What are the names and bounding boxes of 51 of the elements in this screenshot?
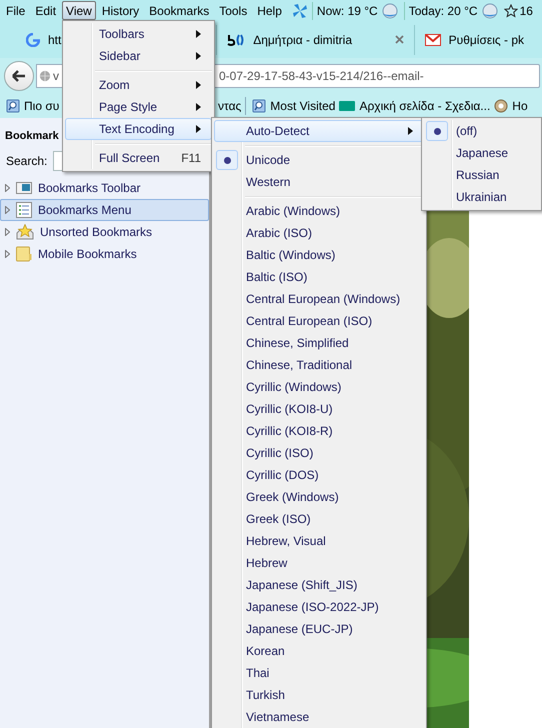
menu-item-label: Hebrew, Visual bbox=[246, 533, 327, 550]
menu-item-label: Japanese (EUC-JP) bbox=[246, 621, 354, 638]
search-label: Search: bbox=[6, 152, 48, 170]
menu-item-label: Central European (Windows) bbox=[246, 291, 402, 308]
sidebar-title: Bookmark bbox=[5, 129, 59, 144]
menu-item-label: Sidebar bbox=[99, 48, 142, 65]
menu-item-label: Thai bbox=[246, 665, 270, 682]
weather-now: Now: 19 °C bbox=[316, 2, 378, 20]
menu-item-label: Greek (ISO) bbox=[246, 511, 312, 528]
menu-item-label: Toolbars bbox=[99, 26, 146, 43]
tab-title: Ρυθμίσεις - pk bbox=[448, 32, 524, 48]
tree-label: Mobile Bookmarks bbox=[38, 246, 137, 262]
star-count: 16 bbox=[520, 2, 533, 20]
menu-item-label: Greek (Windows) bbox=[246, 489, 340, 506]
menu-item-label: Page Style bbox=[99, 99, 158, 116]
tree-label: Unsorted Bookmarks bbox=[40, 224, 152, 240]
menu-item-label: Arabic (ISO) bbox=[246, 225, 314, 242]
menu-item-label: Arabic (Windows) bbox=[246, 203, 342, 220]
menu-item-label: Full Screen bbox=[99, 150, 161, 167]
menu-item-label: Central European (ISO) bbox=[246, 313, 374, 330]
menu-item-label: Chinese, Simplified bbox=[246, 335, 350, 352]
menu-item-label: Russian bbox=[456, 167, 500, 184]
menu-item-label: (off) bbox=[456, 123, 478, 140]
menu-item-label: Text Encoding bbox=[99, 121, 176, 138]
tab-title: Δημήτρια - dimitria bbox=[253, 32, 352, 48]
menu-item-label: Cyrillic (ISO) bbox=[246, 445, 314, 462]
menu-item-label: Unicode bbox=[246, 152, 292, 169]
shortcut-label: F11 bbox=[181, 150, 201, 167]
menu-item-label: Western bbox=[246, 174, 292, 191]
menu-item-label: Korean bbox=[246, 643, 286, 660]
menu-item-label: Cyrillic (KOI8-U) bbox=[246, 401, 334, 418]
menu-item-label: Chinese, Traditional bbox=[246, 357, 354, 374]
menu-item-label: Cyrillic (KOI8-R) bbox=[246, 423, 334, 440]
menu-item-label: Turkish bbox=[246, 687, 286, 704]
menu-item-label: Japanese bbox=[456, 145, 510, 162]
tree-label: Bookmarks Toolbar bbox=[38, 180, 140, 196]
menu-item-label: Ukrainian bbox=[456, 189, 508, 206]
menu-item-label: Baltic (Windows) bbox=[246, 247, 336, 264]
menu-item-label: Baltic (ISO) bbox=[246, 269, 308, 286]
url-text-start: v bbox=[53, 68, 59, 85]
menu-item-label: Auto-Detect bbox=[246, 123, 310, 140]
tree-label: Bookmarks Menu bbox=[38, 202, 132, 218]
menu-item-label: Vietnamese bbox=[246, 709, 310, 726]
url-text-end: 0-07-29-17-58-43-v15-214/216--email- bbox=[219, 68, 424, 85]
tab-title: htt bbox=[48, 32, 62, 48]
weather-today: Today: 20 °C bbox=[408, 2, 478, 20]
menu-item-label: Cyrillic (Windows) bbox=[246, 379, 342, 396]
menu-item-label: Hebrew bbox=[246, 555, 288, 572]
menu-item-label: Japanese (Shift_JIS) bbox=[246, 577, 358, 594]
menu-item-label: Cyrillic (DOS) bbox=[246, 467, 320, 484]
menu-item-label: Japanese (ISO-2022-JP) bbox=[246, 599, 380, 616]
